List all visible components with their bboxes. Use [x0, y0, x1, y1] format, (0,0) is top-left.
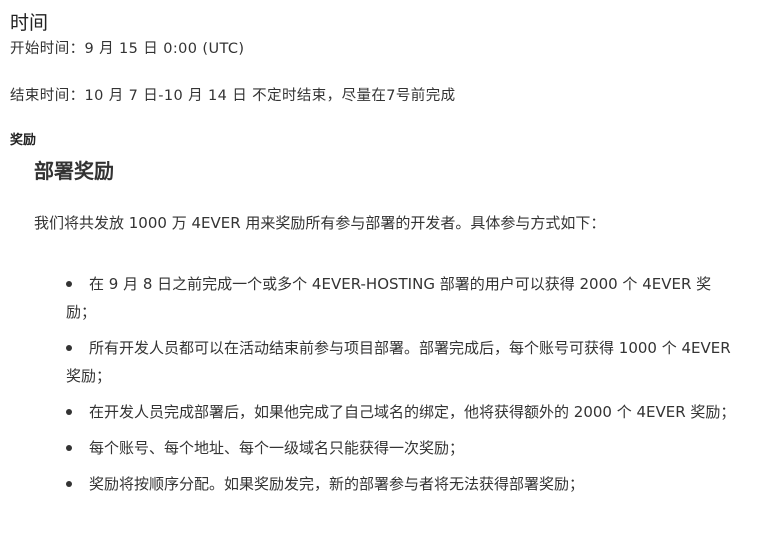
bullet-icon: [66, 481, 72, 487]
start-time-text: 开始时间：9 月 15 日 0:00 (UTC): [10, 41, 245, 57]
time-section-title: 时间: [10, 12, 49, 34]
reward-intro-text: 我们将共发放 1000 万 4EVER 用来奖励所有参与部署的开发者。具体参与方…: [34, 214, 606, 232]
reward-rules-list: 在 9 月 8 日之前完成一个或多个 4EVER-HOSTING 部署的用户可以…: [66, 270, 736, 506]
bullet-icon: [66, 445, 72, 451]
list-item-text: 奖励将按顺序分配。如果奖励发完，新的部署参与者将无法获得部署奖励；: [89, 475, 585, 493]
list-item: 每个账号、每个地址、每个一级域名只能获得一次奖励；: [66, 434, 736, 462]
list-item-text: 所有开发人员都可以在活动结束前参与项目部署。部署完成后，每个账号可获得 1000…: [66, 339, 731, 385]
list-item: 在开发人员完成部署后，如果他完成了自己域名的绑定，他将获得额外的 2000 个 …: [66, 398, 736, 426]
bullet-icon: [66, 281, 72, 287]
list-item-text: 在开发人员完成部署后，如果他完成了自己域名的绑定，他将获得额外的 2000 个 …: [89, 403, 736, 421]
list-item-text: 在 9 月 8 日之前完成一个或多个 4EVER-HOSTING 部署的用户可以…: [66, 275, 712, 321]
list-item: 在 9 月 8 日之前完成一个或多个 4EVER-HOSTING 部署的用户可以…: [66, 270, 736, 326]
end-time-text: 结束时间：10 月 7 日-10 月 14 日 不定时结束，尽量在7号前完成: [10, 88, 456, 104]
reward-section-label: 奖励: [10, 133, 37, 148]
bullet-icon: [66, 345, 72, 351]
bullet-icon: [66, 409, 72, 415]
list-item: 所有开发人员都可以在活动结束前参与项目部署。部署完成后，每个账号可获得 1000…: [66, 334, 736, 390]
deployment-reward-heading: 部署奖励: [34, 159, 114, 183]
list-item-text: 每个账号、每个地址、每个一级域名只能获得一次奖励；: [89, 439, 465, 457]
list-item: 奖励将按顺序分配。如果奖励发完，新的部署参与者将无法获得部署奖励；: [66, 470, 736, 498]
